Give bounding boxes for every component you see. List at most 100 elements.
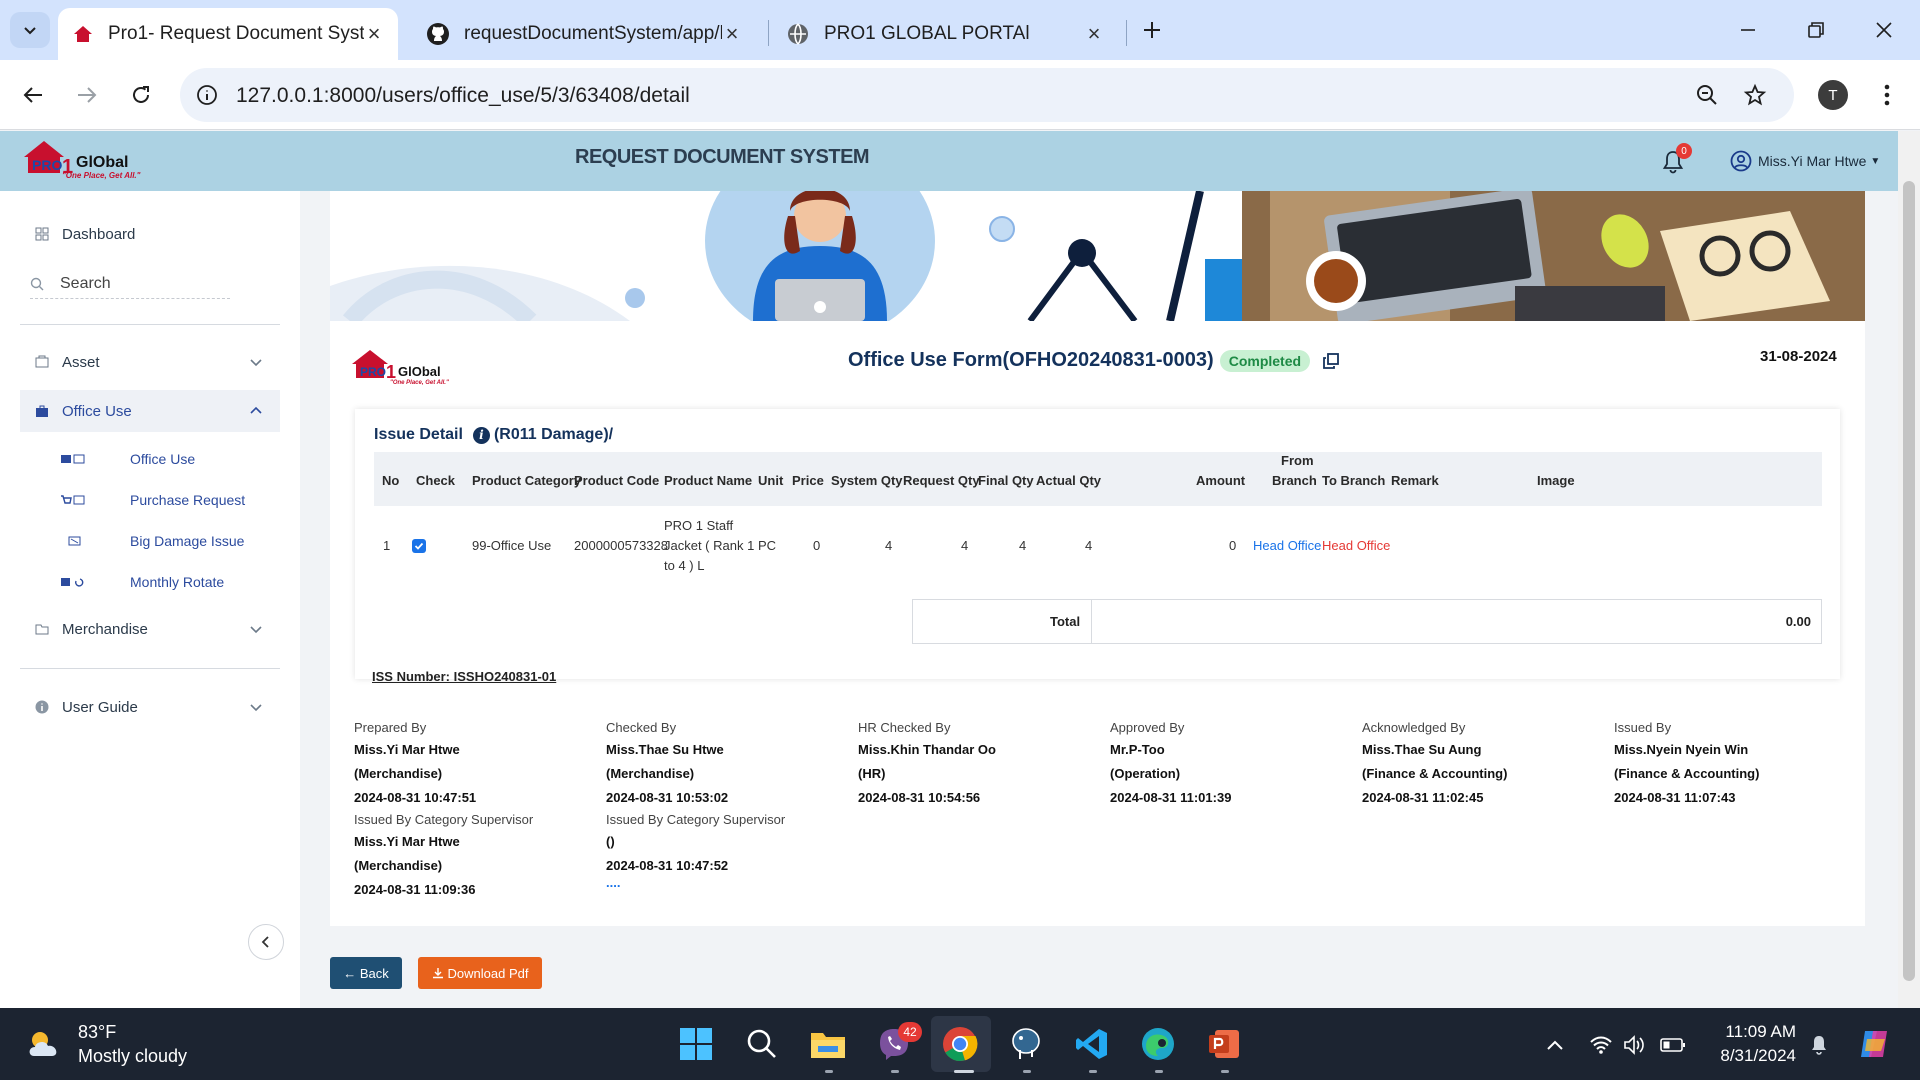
postgresql-icon[interactable] [1004, 1022, 1048, 1066]
close-icon[interactable]: × [1084, 21, 1104, 46]
form-card: PRO 1 GlObal "One Place, Get All." Office U… [330, 191, 1865, 926]
arrow-left-icon [23, 87, 42, 103]
url-omnibox[interactable]: 127.0.0.1:8000/users/office_use/5/3/6340… [180, 68, 1794, 122]
scrollbar-thumb[interactable] [1903, 181, 1915, 981]
tab-title: Pro1- Request Document Syste [108, 23, 364, 44]
search-icon[interactable] [740, 1022, 784, 1066]
back-button[interactable]: ← Back [330, 957, 402, 989]
chrome-icon[interactable] [938, 1022, 982, 1066]
download-pdf-button[interactable]: Download Pdf [418, 957, 542, 989]
zoom-icon[interactable] [1692, 80, 1722, 110]
close-window-button[interactable] [1866, 14, 1902, 46]
cell-no: 1 [383, 538, 391, 553]
battery-icon[interactable] [1660, 1032, 1686, 1058]
user-circle-icon [1730, 150, 1752, 172]
notification-badge: 0 [1676, 143, 1692, 159]
col-actual-qty: Actual Qty [1036, 473, 1102, 488]
reload-button[interactable] [122, 76, 160, 114]
close-icon[interactable]: × [364, 21, 384, 46]
sidebar-search[interactable]: Search [30, 269, 230, 299]
signature-name: Miss.Khin Thandar Oo [858, 742, 996, 757]
system-clock[interactable]: 11:09 AM 8/31/2024 [1710, 1020, 1796, 1068]
vscode-icon[interactable] [1070, 1022, 1114, 1066]
running-indicator [891, 1070, 899, 1073]
copilot-icon[interactable] [1856, 1026, 1892, 1062]
sidebar-sub-purchase-request[interactable]: Purchase Request [60, 485, 245, 515]
sidebar-item-dashboard[interactable]: Dashboard [20, 213, 280, 255]
wifi-icon[interactable] [1588, 1032, 1614, 1058]
col-to-branch: To Branch [1322, 473, 1386, 488]
signature-label: Acknowledged By [1362, 720, 1466, 735]
sidebar-sub-big-damage-issue[interactable]: Big Damage Issue [60, 526, 244, 556]
close-icon [1876, 22, 1892, 38]
new-tab-button[interactable] [1134, 14, 1170, 46]
svg-text:"One Place, Get All.": "One Place, Get All." [390, 380, 449, 386]
cell-code: 2000000573328 [574, 538, 668, 553]
sidebar-item-merchandise[interactable]: Merchandise [20, 608, 280, 650]
browser-menu-button[interactable] [1868, 76, 1906, 114]
cell-actual-qty: 4 [1085, 538, 1093, 553]
speaker-icon[interactable] [1622, 1032, 1648, 1058]
sidebar-item-label: Merchandise [62, 620, 148, 638]
signature-time: 2024-08-31 11:07:43 [1614, 790, 1736, 805]
sidebar-item-asset[interactable]: Asset [20, 341, 280, 383]
signature-label: Prepared By [354, 720, 427, 735]
info-icon[interactable]: i [472, 426, 490, 444]
powerpoint-icon[interactable] [1202, 1022, 1246, 1066]
user-menu[interactable]: Miss.Yi Mar Htwe ▼ [1730, 150, 1880, 172]
signature-name: Mr.P-Too [1110, 742, 1165, 757]
search-input[interactable]: Search [60, 275, 111, 293]
sidebar-collapse-button[interactable] [248, 924, 284, 960]
forward-nav-button[interactable] [68, 76, 106, 114]
clock-time: 11:09 AM [1725, 1022, 1796, 1041]
sidebar-sub-office-use[interactable]: Office Use [60, 444, 195, 474]
weather-widget[interactable]: 83°F Mostly cloudy [26, 1020, 187, 1068]
tab-search-button[interactable] [10, 12, 50, 48]
weather-condition: Mostly cloudy [78, 1046, 188, 1066]
cell-name-line1: PRO 1 Staff [664, 518, 734, 533]
chevron-up-icon[interactable] [1542, 1032, 1568, 1058]
row-checkbox[interactable] [412, 539, 426, 553]
notification-bell-icon[interactable] [1806, 1032, 1832, 1058]
issue-reason: (R011 Damage)/ [493, 426, 614, 443]
signature-dept: (Finance & Accounting) [1362, 766, 1508, 781]
url-text[interactable]: 127.0.0.1:8000/users/office_use/5/3/6340… [236, 84, 690, 108]
edge-icon[interactable] [1136, 1022, 1180, 1066]
sidebar-sub-monthly-rotate[interactable]: Monthly Rotate [60, 567, 224, 597]
issue-detail-panel: Issue Detail i (R011 Damage)/ No Check P… [355, 409, 1840, 679]
copy-icon[interactable] [1322, 352, 1340, 370]
page-scrollbar[interactable] [1898, 131, 1920, 1008]
sidebar-item-user-guide[interactable]: User Guide [20, 686, 280, 728]
tab-portal[interactable]: PRO1 GLOBAL PORTAl × [772, 8, 1118, 60]
restore-button[interactable] [1798, 14, 1834, 46]
form-title-text: Office Use Form(OFHO20240831-0003) [848, 349, 1214, 371]
cell-amount: 0 [1229, 538, 1237, 553]
bookmark-star-icon[interactable] [1740, 80, 1770, 110]
running-indicator [954, 1070, 974, 1073]
app-logo[interactable]: PRO 1 GlObal [22, 139, 128, 177]
browser-tab-bar: Pro1- Request Document Syste × requestDo… [0, 0, 1920, 60]
iss-number[interactable]: ISS Number: ISSHO240831-01 [372, 669, 556, 684]
svg-text:PRO: PRO [360, 365, 386, 379]
tab-request-document[interactable]: Pro1- Request Document Syste × [58, 8, 398, 60]
minimize-button[interactable] [1730, 14, 1766, 46]
cell-from-branch[interactable]: Head Office [1253, 538, 1321, 553]
windows-start-icon[interactable] [674, 1022, 718, 1066]
reload-icon [133, 86, 149, 103]
sidebar-item-label: User Guide [62, 698, 138, 716]
back-nav-button[interactable] [14, 76, 52, 114]
file-explorer-icon[interactable] [806, 1022, 850, 1066]
cell-to-branch[interactable]: Head Office [1322, 538, 1390, 553]
sidebar-item-office-use[interactable]: Office Use [20, 390, 280, 432]
sidebar-item-label: Asset [62, 353, 100, 371]
cloud-sun-icon [29, 1032, 57, 1056]
tab-github[interactable]: requestDocumentSystem/app/l × [412, 8, 756, 60]
profile-avatar[interactable]: T [1818, 80, 1848, 110]
tab-separator [768, 20, 769, 46]
svg-text:GlObal: GlObal [398, 364, 441, 379]
close-icon[interactable]: × [722, 21, 742, 46]
info-icon[interactable] [196, 84, 218, 106]
signature-checked: Checked By Miss.Thae Su Htwe (Merchandis… [606, 718, 728, 810]
running-indicator [1089, 1070, 1097, 1073]
signature-label: Approved By [1110, 720, 1185, 735]
